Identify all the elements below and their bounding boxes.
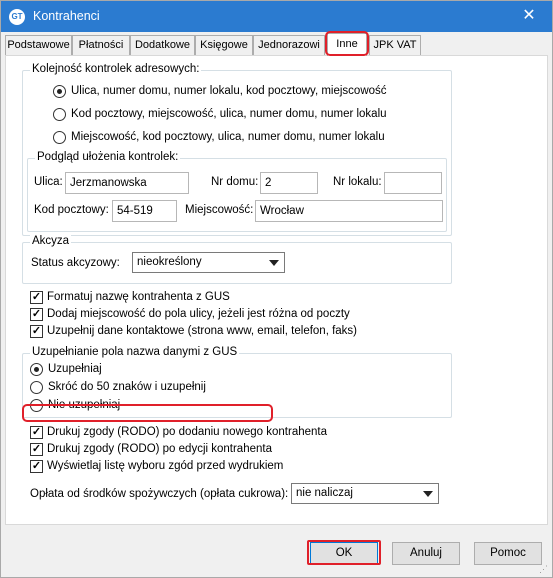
excise-status-value: nieokreślony — [137, 256, 202, 268]
tab-jpk-vat[interactable]: JPK VAT — [369, 35, 421, 55]
checkbox-add-city-to-street[interactable]: ✓ — [30, 308, 43, 321]
sugar-fee-label: Opłata od środków spożywczych (opłata cu… — [30, 488, 289, 500]
radio-order-postal-first-label: Kod pocztowy, miejscowość, ulica, numer … — [71, 108, 387, 120]
address-order-group: Kolejność kontrolek adresowych: Ulica, n… — [22, 63, 452, 236]
radio-order-city-first[interactable] — [53, 131, 66, 144]
address-order-legend: Kolejność kontrolek adresowych: — [30, 63, 202, 75]
resize-grip-icon[interactable]: ⋰ — [539, 564, 549, 574]
city-field[interactable]: Wrocław — [255, 200, 443, 222]
radio-gus-fill-label: Uzupełniaj — [48, 363, 102, 375]
help-button[interactable]: Pomoc — [474, 542, 542, 565]
tab-dodatkowe[interactable]: Dodatkowe — [130, 35, 195, 55]
layout-preview-group: Podgląd ułożenia kontrolek: Ulica: Jerzm… — [27, 151, 447, 232]
radio-order-city-first-label: Miejscowość, kod pocztowy, ulica, numer … — [71, 131, 385, 143]
postal-code-label: Kod pocztowy: — [34, 204, 109, 216]
street-label: Ulica: — [34, 176, 63, 188]
radio-order-street-first[interactable] — [53, 85, 66, 98]
kontrahenci-window: GT Kontrahenci ✕ Podstawowe Płatności Do… — [0, 0, 553, 578]
flat-number-field[interactable] — [384, 172, 442, 194]
tab-highlight-frame — [325, 31, 369, 56]
consent-list-highlight-frame — [22, 404, 273, 422]
city-label: Miejscowość: — [185, 204, 254, 216]
chevron-down-icon — [269, 260, 279, 266]
checkbox-rodo-after-add-label: Drukuj zgody (RODO) po dodaniu nowego ko… — [47, 426, 327, 438]
tab-ksiegowe[interactable]: Księgowe — [195, 35, 253, 55]
checkbox-fill-contact-data-label: Uzupełnij dane kontaktowe (strona www, e… — [47, 325, 358, 337]
radio-gus-shorten[interactable] — [30, 381, 43, 394]
checkbox-rodo-after-edit[interactable]: ✓ — [30, 443, 43, 456]
checkbox-rodo-after-add[interactable]: ✓ — [30, 426, 43, 439]
checkbox-rodo-after-edit-label: Drukuj zgody (RODO) po edycji kontrahent… — [47, 443, 272, 455]
checkbox-format-gus-name[interactable]: ✓ — [30, 291, 43, 304]
postal-code-field[interactable]: 54-519 — [112, 200, 177, 222]
radio-gus-fill[interactable] — [30, 363, 43, 376]
tab-podstawowe[interactable]: Podstawowe — [5, 35, 72, 55]
checkbox-show-consent-list[interactable]: ✓ — [30, 460, 43, 473]
radio-gus-shorten-label: Skróć do 50 znaków i uzupełnij — [48, 381, 206, 393]
title-bar: GT Kontrahenci ✕ — [1, 1, 552, 32]
tab-platnosci[interactable]: Płatności — [72, 35, 130, 55]
chevron-down-icon — [423, 491, 433, 497]
street-field[interactable]: Jerzmanowska — [65, 172, 189, 194]
excise-status-label: Status akcyzowy: — [31, 257, 120, 269]
checkbox-format-gus-name-label: Formatuj nazwę kontrahenta z GUS — [47, 291, 230, 303]
close-button[interactable]: ✕ — [506, 1, 552, 32]
window-title: Kontrahenci — [33, 9, 100, 23]
layout-preview-legend: Podgląd ułożenia kontrolek: — [35, 151, 181, 163]
checkbox-show-consent-list-label: Wyświetlaj listę wyboru zgód przed wydru… — [47, 460, 284, 472]
cancel-button[interactable]: Anuluj — [392, 542, 460, 565]
house-number-field[interactable]: 2 — [260, 172, 318, 194]
app-logo-icon: GT — [9, 9, 25, 25]
tab-jednorazowi[interactable]: Jednorazowi — [253, 35, 325, 55]
excise-group: Akcyza Status akcyzowy: nieokreślony — [22, 235, 452, 284]
ok-highlight-frame — [307, 540, 381, 565]
sugar-fee-value: nie naliczaj — [296, 487, 353, 499]
checkbox-fill-contact-data[interactable]: ✓ — [30, 325, 43, 338]
radio-order-postal-first[interactable] — [53, 108, 66, 121]
sugar-fee-select[interactable]: nie naliczaj — [291, 483, 439, 504]
inne-tab-panel: Kolejność kontrolek adresowych: Ulica, n… — [5, 55, 548, 525]
checkbox-add-city-to-street-label: Dodaj miejscowość do pola ulicy, jeżeli … — [47, 308, 350, 320]
excise-status-select[interactable]: nieokreślony — [132, 252, 285, 273]
gus-name-legend: Uzupełnianie pola nazwa danymi z GUS — [30, 346, 240, 358]
house-number-label: Nr domu: — [211, 176, 259, 188]
flat-number-label: Nr lokalu: — [333, 176, 382, 188]
radio-order-street-first-label: Ulica, numer domu, numer lokalu, kod poc… — [71, 85, 387, 97]
excise-legend: Akcyza — [30, 235, 72, 247]
